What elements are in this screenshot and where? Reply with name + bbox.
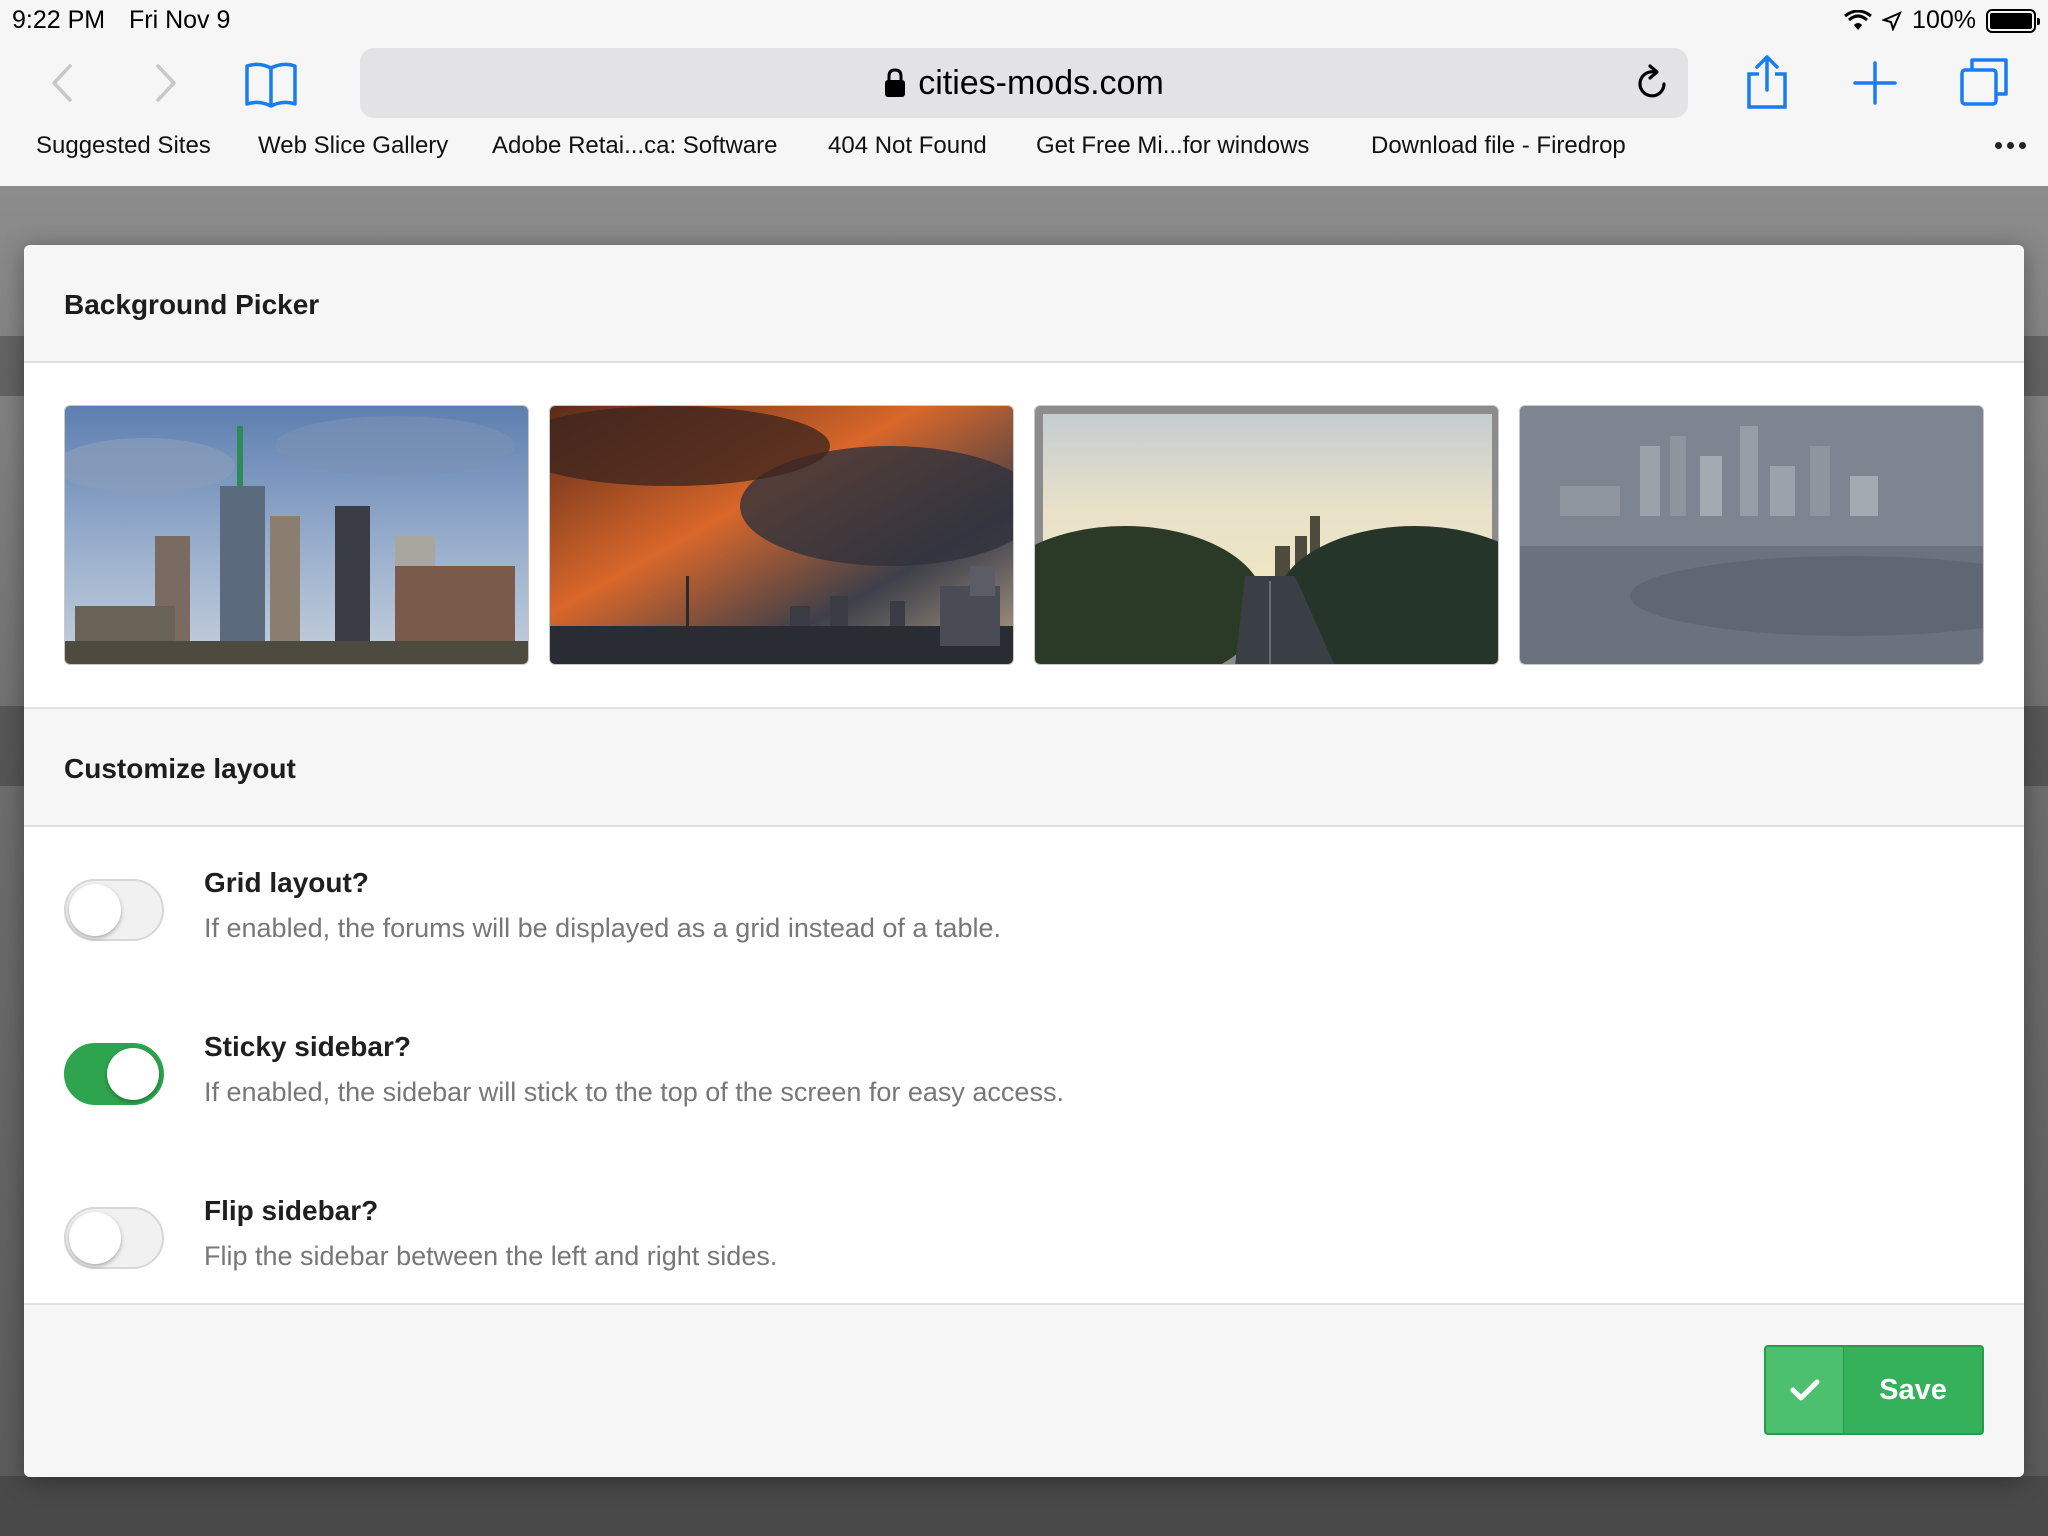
background-thumbnails <box>64 405 1984 665</box>
customize-layout-header: Customize layout <box>24 707 2024 827</box>
sticky-sidebar-toggle[interactable] <box>64 1043 164 1105</box>
save-icon-area <box>1766 1347 1844 1433</box>
option-description: If enabled, the sidebar will stick to th… <box>204 1077 1064 1107</box>
plus-icon <box>1853 61 1897 105</box>
background-thumb-skyline-day[interactable] <box>64 405 529 665</box>
more-icon[interactable] <box>1995 142 2026 149</box>
background-picker-header: Background Picker <box>24 245 2024 363</box>
option-grid-layout: Grid layout? If enabled, the forums will… <box>64 867 1964 977</box>
option-sticky-sidebar: Sticky sidebar? If enabled, the sidebar … <box>64 1031 1964 1141</box>
flip-sidebar-toggle[interactable] <box>64 1207 164 1269</box>
bookmark-item[interactable]: Adobe Retai...ca: Software <box>492 132 778 160</box>
forward-button[interactable] <box>148 60 184 106</box>
save-label: Save <box>1879 1373 1947 1406</box>
option-description: If enabled, the forums will be displayed… <box>204 913 1001 943</box>
back-button[interactable] <box>44 60 80 106</box>
option-title: Flip sidebar? <box>204 1195 379 1226</box>
background-thumb-highway[interactable] <box>1034 405 1499 665</box>
bookmark-item[interactable]: Suggested Sites <box>36 132 211 160</box>
battery-icon <box>1986 8 2040 33</box>
status-time: 9:22 PM <box>12 6 106 34</box>
url-text: cities-mods.com <box>918 63 1164 102</box>
chevron-right-icon <box>156 64 176 102</box>
save-button[interactable]: Save <box>1764 1345 1984 1435</box>
share-icon <box>1747 55 1787 109</box>
battery-percent: 100% <box>1912 6 1976 34</box>
settings-modal: Background Picker Customize layout Grid … <box>24 245 2024 1477</box>
lock-icon <box>885 68 906 97</box>
tabs-button[interactable] <box>1958 56 2010 108</box>
reload-icon <box>1638 64 1666 98</box>
section-title: Customize layout <box>64 753 296 784</box>
url-bar[interactable]: cities-mods.com <box>360 48 1688 118</box>
option-title: Grid layout? <box>204 867 369 898</box>
bookmark-item[interactable]: Web Slice Gallery <box>258 132 448 160</box>
tabs-icon <box>1960 58 2008 106</box>
book-icon <box>245 62 297 108</box>
bookmark-item[interactable]: Get Free Mi...for windows <box>1036 132 1309 160</box>
checkmark-icon <box>1790 1379 1819 1401</box>
bookmarks-bar: Suggested Sites Web Slice Gallery Adobe … <box>0 132 2048 174</box>
location-arrow-icon <box>1882 10 1902 31</box>
bookmarks-button[interactable] <box>240 56 302 112</box>
status-date: Fri Nov 9 <box>129 6 231 34</box>
wifi-icon <box>1844 9 1872 30</box>
option-flip-sidebar: Flip sidebar? Flip the sidebar between t… <box>64 1195 1964 1305</box>
screen: 9:22 PM Fri Nov 9 100% cities-mods.com S… <box>0 0 2048 1536</box>
bookmark-item[interactable]: 404 Not Found <box>828 132 987 160</box>
status-bar: 9:22 PM Fri Nov 9 100% <box>0 0 2048 40</box>
reload-button[interactable] <box>1634 64 1670 111</box>
option-description: Flip the sidebar between the left and ri… <box>204 1241 778 1271</box>
share-button[interactable] <box>1742 52 1792 112</box>
new-tab-button[interactable] <box>1850 58 1900 108</box>
status-right: 100% <box>1844 6 2040 35</box>
section-title: Background Picker <box>64 289 320 320</box>
option-title: Sticky sidebar? <box>204 1031 411 1062</box>
bookmark-item[interactable]: Download file - Firedrop <box>1371 132 1626 160</box>
background-thumb-aerial[interactable] <box>1519 405 1984 665</box>
browser-toolbar: cities-mods.com Suggested Sites Web Slic… <box>0 40 2048 170</box>
chevron-left-icon <box>52 64 72 102</box>
background-thumb-sunset[interactable] <box>549 405 1014 665</box>
modal-footer: Save <box>24 1303 2024 1477</box>
grid-layout-toggle[interactable] <box>64 879 164 941</box>
